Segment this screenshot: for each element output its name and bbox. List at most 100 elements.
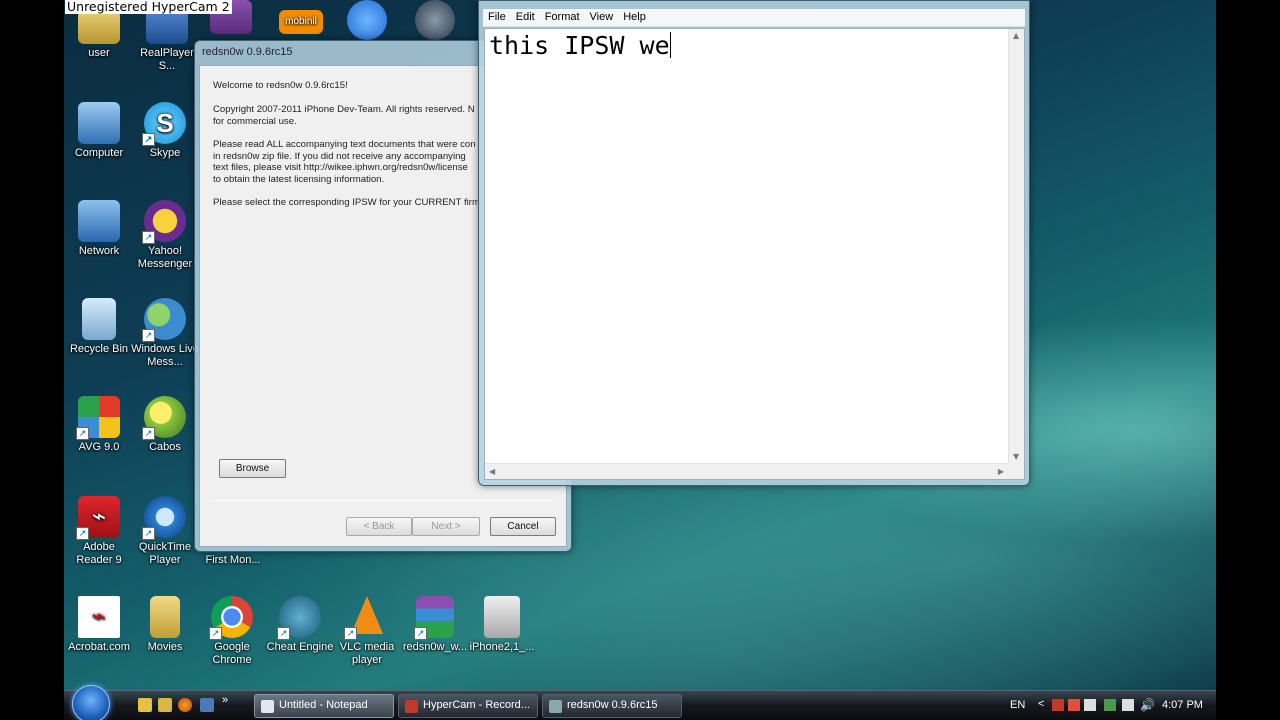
scroll-down-icon[interactable]: ▼ bbox=[1013, 452, 1019, 461]
folder-icon[interactable] bbox=[158, 698, 172, 712]
redsn0w-separator bbox=[210, 500, 556, 501]
back-button[interactable]: < Back bbox=[346, 517, 412, 536]
desktop-icon-label: Google Chrome bbox=[212, 641, 252, 666]
desktop-icon-label: Cabos bbox=[149, 441, 181, 453]
redsn0w-copyright: Copyright 2007-2011 iPhone Dev-Team. All… bbox=[213, 104, 475, 127]
desktop-icon-avg[interactable]: ↗ AVG 9.0 bbox=[64, 396, 134, 454]
desktop-icon-realplayer[interactable]: RealPlayer S... bbox=[132, 10, 202, 73]
menu-file[interactable]: File bbox=[483, 9, 511, 25]
desktop-icon-redsn0w-zip[interactable]: ↗ redsn0w_w... bbox=[400, 596, 470, 654]
desktop-icon-yahoo[interactable]: ↗ Yahoo! Messenger bbox=[130, 200, 200, 271]
itunes-icon bbox=[347, 0, 387, 40]
desktop-icon-chrome[interactable]: ↗ Google Chrome bbox=[197, 596, 267, 667]
desktop-icon-label: Computer bbox=[74, 147, 124, 159]
scrollbar-corner bbox=[1008, 463, 1024, 479]
scroll-right-icon[interactable]: ▶ bbox=[998, 467, 1004, 476]
desktop-icon-label: QuickTime Player bbox=[138, 541, 192, 566]
recycle-bin-icon bbox=[82, 298, 116, 340]
clock[interactable]: 4:07 PM bbox=[1162, 699, 1203, 711]
desktop-icon-live-messenger[interactable]: ↗ Windows Live Mess... bbox=[130, 298, 200, 369]
adobe-reader-icon: ⌁ ↗ bbox=[76, 496, 120, 540]
desktop-icon-label: Cheat Engine bbox=[266, 641, 334, 653]
tray-icon-display[interactable] bbox=[1122, 699, 1134, 711]
desktop-icon-movies[interactable]: Movies bbox=[130, 596, 200, 654]
network-icon bbox=[78, 200, 120, 242]
live-messenger-icon: ↗ bbox=[142, 298, 186, 342]
taskbar-item-notepad[interactable]: Untitled - Notepad bbox=[254, 694, 394, 718]
desktop-icon-cabos[interactable]: ↗ Cabos bbox=[130, 396, 200, 454]
taskbar-item-redsn0w[interactable]: redsn0w 0.9.6rc15 bbox=[542, 694, 682, 718]
browse-button[interactable]: Browse bbox=[219, 459, 286, 478]
tray-icon-safely-remove[interactable] bbox=[1084, 699, 1096, 711]
desktop-icon-label: RealPlayer S... bbox=[140, 47, 194, 72]
redsn0w-icon bbox=[549, 700, 562, 713]
desktop-icon-recycle-bin[interactable]: Recycle Bin bbox=[64, 298, 134, 356]
scroll-left-icon[interactable]: ◀ bbox=[489, 467, 495, 476]
notepad-content: this IPSW we bbox=[489, 31, 671, 61]
tray-icon-hypercam[interactable] bbox=[1052, 699, 1064, 711]
taskbar: » Untitled - Notepad HyperCam - Record..… bbox=[64, 685, 1216, 720]
desktop-icon-mobinil[interactable]: mobinil bbox=[266, 10, 336, 37]
quicktime-icon: ↗ bbox=[142, 496, 186, 540]
horizontal-scrollbar[interactable]: ◀ ▶ bbox=[485, 463, 1008, 479]
menu-format[interactable]: Format bbox=[540, 9, 585, 25]
desktop-icon-label: Adobe Reader 9 bbox=[76, 541, 122, 566]
taskbar-item-label: HyperCam - Record... bbox=[423, 699, 530, 711]
desktop-icon-vlc[interactable]: ↗ VLC media player bbox=[332, 596, 402, 667]
desktop-icon-acrobat-com[interactable]: ⌁ Acrobat.com bbox=[64, 596, 134, 654]
menu-help[interactable]: Help bbox=[618, 9, 651, 25]
acrobat-icon: ⌁ bbox=[78, 596, 120, 638]
desktop-icon-label: Acrobat.com bbox=[68, 641, 130, 653]
notepad-menubar: File Edit Format View Help bbox=[483, 9, 1025, 27]
desktop-icon-skype[interactable]: S ↗ Skype bbox=[130, 102, 200, 160]
taskbar-item-label: redsn0w 0.9.6rc15 bbox=[567, 699, 658, 711]
cabos-icon: ↗ bbox=[142, 396, 186, 440]
menu-edit[interactable]: Edit bbox=[511, 9, 540, 25]
desktop-icon-label: iPhone2,1_... bbox=[469, 641, 535, 653]
desktop-icon-iphone-ipsw[interactable]: iPhone2,1_... bbox=[467, 596, 537, 654]
steam-icon bbox=[415, 0, 455, 40]
mobinil-icon: mobinil bbox=[279, 10, 323, 34]
scroll-up-icon[interactable]: ▲ bbox=[1013, 31, 1019, 40]
chevron-icon[interactable]: » bbox=[222, 694, 236, 708]
redsn0w-instructions: Please read ALL accompanying text docume… bbox=[213, 139, 476, 185]
switch-windows-icon[interactable] bbox=[200, 698, 214, 712]
language-indicator[interactable]: EN bbox=[1010, 699, 1025, 711]
text-caret bbox=[669, 32, 671, 58]
desktop-icon-label: user bbox=[88, 47, 110, 59]
volume-icon[interactable]: 🔊 bbox=[1140, 698, 1155, 712]
desktop-icon-label: Skype bbox=[149, 147, 181, 159]
taskbar-item-hypercam[interactable]: HyperCam - Record... bbox=[398, 694, 538, 718]
desktop-icon-adobe-reader[interactable]: ⌁ ↗ Adobe Reader 9 bbox=[64, 496, 134, 567]
desktop-icon-computer[interactable]: Computer bbox=[64, 102, 134, 160]
desktop-icon-itunes[interactable] bbox=[332, 0, 402, 43]
desktop-icon-label: Recycle Bin bbox=[69, 343, 129, 355]
desktop-icon-user[interactable]: user bbox=[64, 10, 134, 60]
tray-expand-icon[interactable]: < bbox=[1038, 698, 1044, 710]
desktop-icon-network[interactable]: Network bbox=[64, 200, 134, 258]
desktop-icon-label: First Mon... bbox=[205, 554, 261, 566]
show-desktop-icon[interactable] bbox=[138, 698, 152, 712]
skype-icon: S ↗ bbox=[142, 102, 186, 146]
next-button[interactable]: Next > bbox=[412, 517, 480, 536]
avg-icon: ↗ bbox=[76, 396, 120, 440]
hypercam-watermark: Unregistered HyperCam 2 bbox=[65, 0, 232, 14]
desktop-icon-steam[interactable] bbox=[400, 0, 470, 43]
desktop-icon-cheat-engine[interactable]: ↗ Cheat Engine bbox=[265, 596, 335, 654]
start-button[interactable] bbox=[72, 685, 110, 720]
tray-icon-app[interactable] bbox=[1068, 699, 1080, 711]
vertical-scrollbar[interactable]: ▲ ▼ bbox=[1008, 29, 1024, 463]
notepad-window[interactable]: File Edit Format View Help this IPSW we ▲ ▼ … bbox=[478, 0, 1030, 486]
desktop-icon-label: VLC media player bbox=[339, 641, 395, 666]
vlc-icon: ↗ bbox=[344, 596, 388, 640]
desktop-icon-quicktime[interactable]: ↗ QuickTime Player bbox=[130, 496, 200, 567]
menu-view[interactable]: View bbox=[585, 9, 619, 25]
taskbar-item-label: Untitled - Notepad bbox=[279, 699, 368, 711]
tray-icon-network[interactable] bbox=[1104, 699, 1116, 711]
desktop-icon-label: redsn0w_w... bbox=[402, 641, 468, 653]
desktop-icon-label: Yahoo! Messenger bbox=[137, 245, 193, 270]
firefox-icon[interactable] bbox=[178, 698, 192, 712]
cancel-button[interactable]: Cancel bbox=[490, 517, 556, 536]
notepad-text-area[interactable]: this IPSW we ▲ ▼ ◀ ▶ bbox=[484, 28, 1025, 480]
desktop: mobinil user RealPlayer S... Computer S ↗… bbox=[64, 0, 1216, 720]
